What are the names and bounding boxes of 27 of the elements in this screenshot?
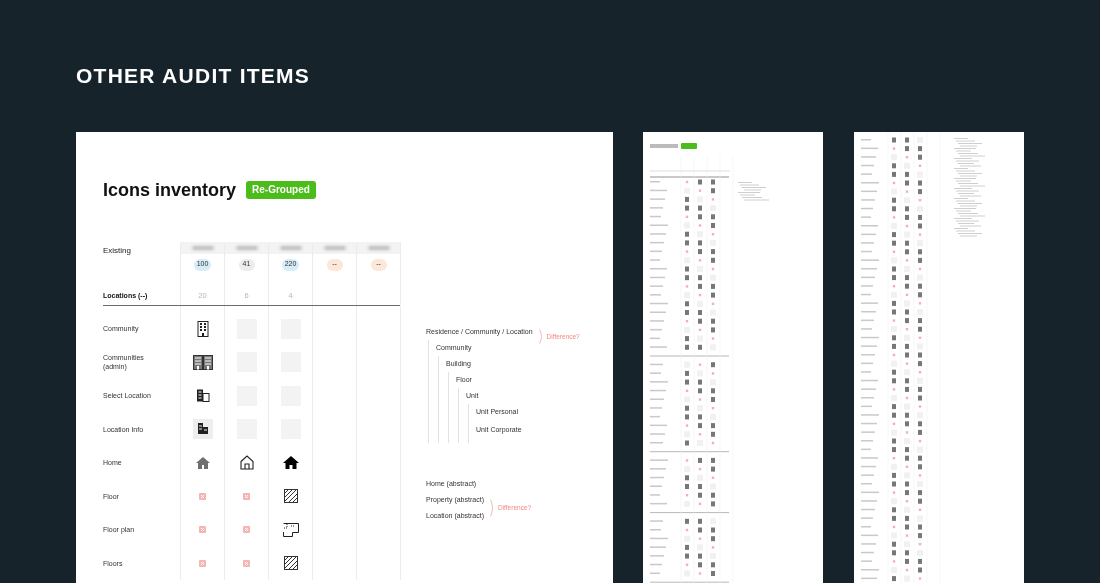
floor-plan-icon (282, 522, 299, 537)
row-header: Existing (103, 245, 131, 257)
hatched-square-icon (283, 556, 298, 571)
missing-icon (243, 526, 250, 534)
blurred-label (367, 246, 390, 250)
bracket-icon (490, 499, 495, 517)
section-title: OTHER AUDIT ITEMS (76, 63, 311, 89)
blurred-label (235, 246, 258, 250)
missing-icon (199, 559, 206, 567)
blurred-label (191, 246, 214, 250)
missing-icon (199, 526, 206, 534)
bracket-icon (538, 329, 544, 344)
hatched-square-icon (283, 489, 298, 504)
building-icon (192, 419, 213, 440)
home-icon (282, 456, 299, 470)
tower-icon (196, 320, 209, 337)
building-icon (195, 389, 210, 403)
home-icon (239, 455, 254, 471)
blurred-label (279, 246, 302, 250)
status-tag: Re-Grouped (246, 181, 316, 199)
blurred-label (323, 246, 346, 250)
missing-icon (243, 492, 250, 500)
home-icon (195, 456, 210, 469)
missing-icon (199, 492, 206, 500)
missing-icon (243, 559, 250, 567)
document-title: Icons inventory (103, 179, 237, 202)
towers-icon (192, 354, 213, 370)
